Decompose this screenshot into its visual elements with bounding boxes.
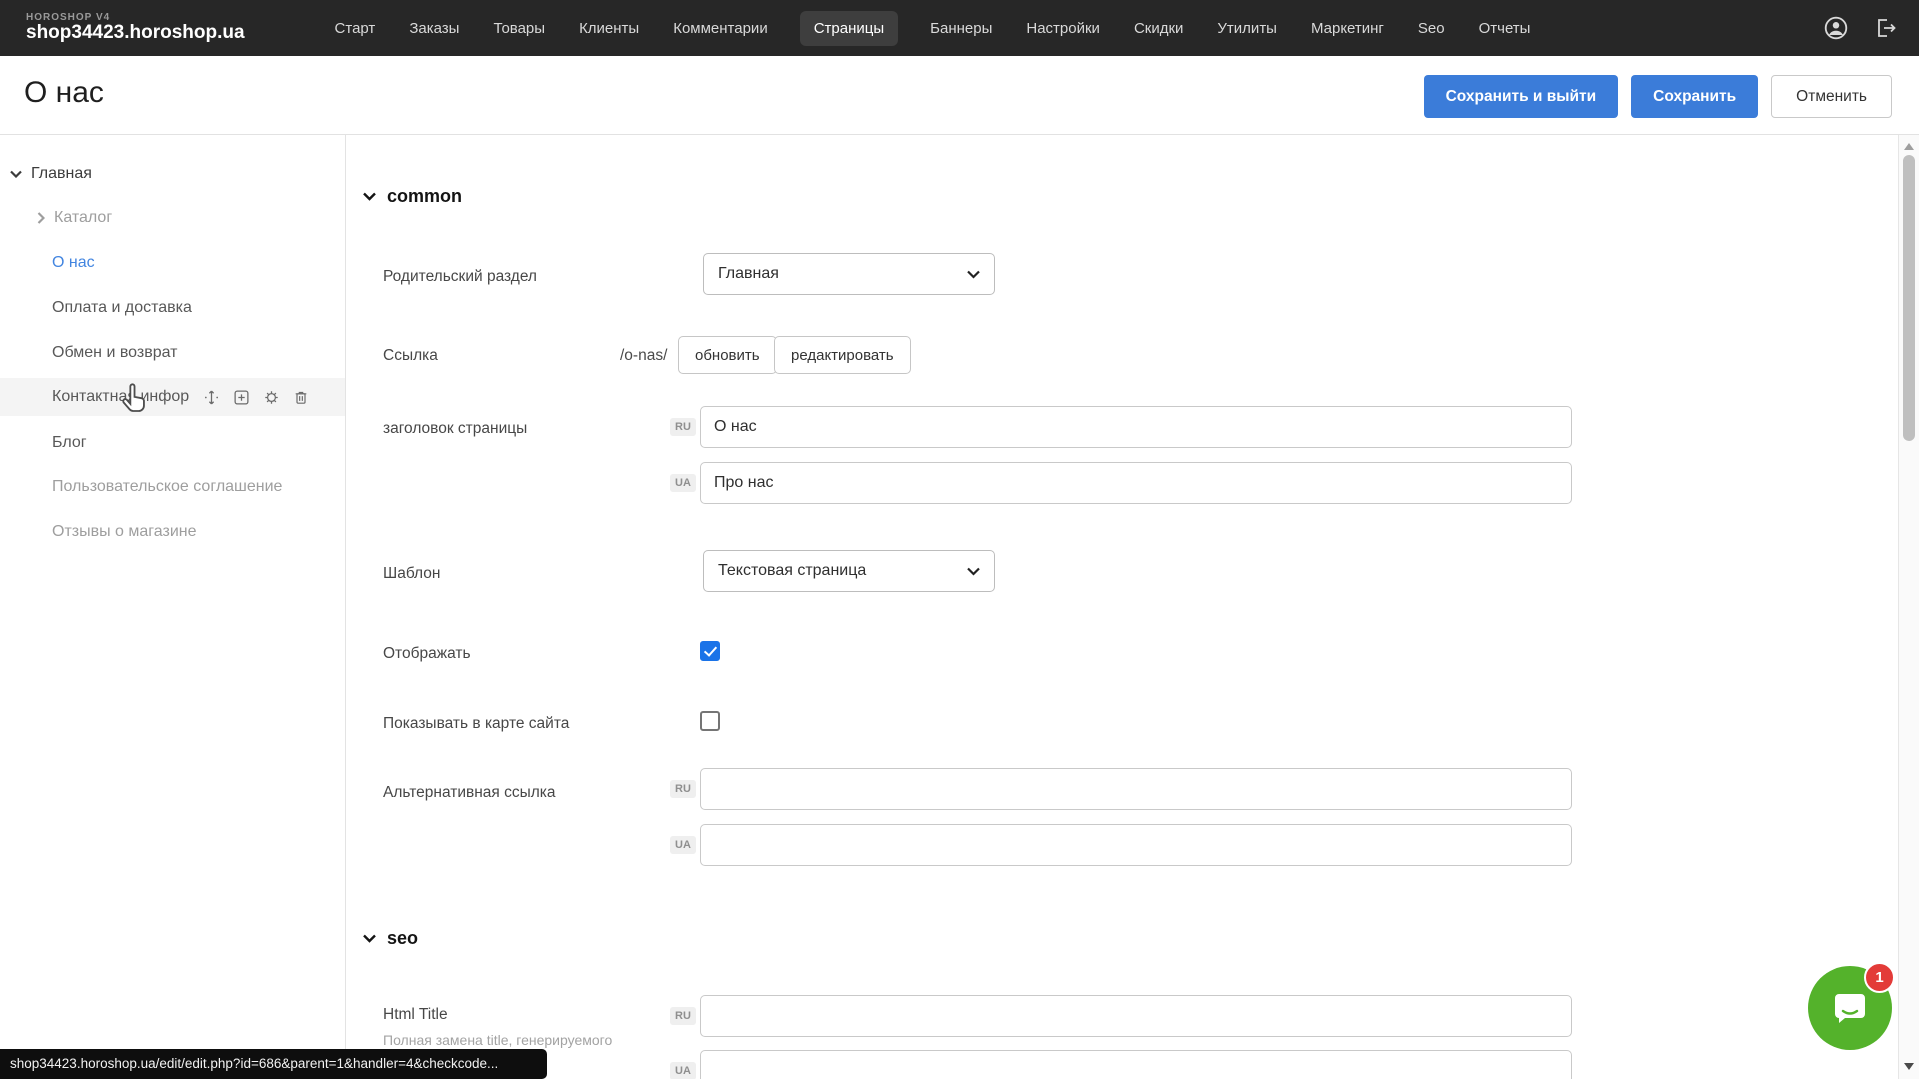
logout-icon[interactable] [1873,16,1897,40]
menu-utilities[interactable]: Утилиты [1215,11,1279,46]
menu-products[interactable]: Товары [491,11,547,46]
add-page-icon[interactable] [233,389,250,406]
chat-notification-badge: 1 [1864,962,1895,993]
app-window: HOROSHOP V4 shop34423.horoshop.ua Старт … [0,0,1919,1079]
section-seo-label: seo [387,928,418,949]
page-title: О нас [24,76,104,110]
sidebar-item-catalog[interactable]: Каталог [0,202,345,234]
html-title-hint: Полная замена title, генерируемого [383,1032,612,1048]
scrollbar-track[interactable] [1898,135,1919,1079]
menu-orders[interactable]: Заказы [407,11,461,46]
sidebar-item-exchange-return[interactable]: Обмен и возврат [0,337,345,369]
sidebar-item-label: Каталог [54,209,112,227]
section-seo[interactable]: seo [363,928,418,949]
sidebar-item-label: Пользовательское соглашение [52,478,282,496]
template-select[interactable]: Текстовая страница [703,550,995,592]
settings-gear-icon[interactable] [263,389,280,406]
alt-link-label: Альтернативная ссылка [383,784,556,802]
sidebar-item-actions [203,389,309,406]
menu-seo[interactable]: Seo [1416,11,1447,46]
parent-section-select[interactable]: Главная [703,253,995,295]
html-title-ru-input[interactable] [700,995,1572,1037]
chevron-right-icon[interactable] [37,212,45,224]
collapse-chevron-icon[interactable] [363,934,376,943]
menu-banners[interactable]: Баннеры [928,11,994,46]
menu-pages[interactable]: Страницы [800,11,898,46]
sidebar-item-label: Блог [52,434,87,452]
section-common-label: common [387,186,462,207]
menu-discounts[interactable]: Скидки [1132,11,1185,46]
menu-start[interactable]: Старт [333,11,378,46]
html-title-label: Html Title [383,1006,448,1024]
sidebar-item-label: Отзывы о магазине [52,523,197,541]
move-icon[interactable] [203,389,220,406]
lang-badge-ua: UA [670,836,696,854]
sidebar-item-label: Обмен и возврат [52,344,177,362]
sidebar-page-tree: Главная Каталог О нас Оплата и доставка … [0,135,345,1079]
sidebar-item-blog[interactable]: Блог [0,427,345,459]
parent-section-label: Родительский раздел [383,268,537,286]
top-menu: Старт Заказы Товары Клиенты Комментарии … [333,11,1533,46]
parent-section-value: Главная [718,265,779,283]
delete-trash-icon[interactable] [293,389,309,406]
chat-bubble-icon [1829,987,1871,1029]
lang-badge-ru: RU [670,780,696,798]
page-title-field-label: заголовок страницы [383,420,527,438]
cancel-button[interactable]: Отменить [1771,75,1892,118]
status-url-bar: shop34423.horoshop.ua/edit/edit.php?id=6… [0,1049,547,1079]
section-common[interactable]: common [363,186,462,207]
scrollbar-up-arrow[interactable] [1904,143,1914,150]
sidebar-item-contact-info[interactable]: Контактная инфор [0,378,345,416]
page-title-ru-input[interactable] [700,406,1572,448]
menu-clients[interactable]: Клиенты [577,11,641,46]
sidebar-item-store-reviews[interactable]: Отзывы о магазине [0,516,345,548]
lang-badge-ua: UA [670,1062,696,1079]
menu-reports[interactable]: Отчеты [1477,11,1533,46]
alt-link-ru-input[interactable] [700,768,1572,810]
topbar-icons [1823,15,1897,41]
sidebar-item-label: Контактная инфор [52,388,189,406]
sidebar-separator [345,135,346,1079]
sidebar-item-label: Главная [31,165,92,183]
user-account-icon[interactable] [1823,15,1849,41]
sidebar-item-payment-delivery[interactable]: Оплата и доставка [0,292,345,324]
sidebar-item-home[interactable]: Главная [0,158,345,190]
page-header: О нас Сохранить и выйти Сохранить Отмени… [0,56,1919,135]
menu-marketing[interactable]: Маркетинг [1309,11,1386,46]
template-label: Шаблон [383,565,440,583]
save-and-exit-button[interactable]: Сохранить и выйти [1424,75,1619,118]
brand: HOROSHOP V4 shop34423.horoshop.ua [26,12,245,44]
chevron-down-icon[interactable] [10,170,22,178]
display-label: Отображать [383,645,471,663]
collapse-chevron-icon[interactable] [363,192,376,201]
save-button[interactable]: Сохранить [1631,75,1758,118]
chevron-down-icon [967,270,980,279]
template-value: Текстовая страница [718,562,866,580]
sitemap-label: Показывать в карте сайта [383,715,569,733]
link-path: /o-nas/ [620,347,667,365]
html-title-ua-input[interactable] [700,1050,1572,1079]
lang-badge-ru: RU [670,1007,696,1025]
link-label: Ссылка [383,347,438,365]
link-edit-button[interactable]: редактировать [774,336,911,374]
scrollbar-down-arrow[interactable] [1904,1063,1914,1070]
sidebar-item-user-agreement[interactable]: Пользовательское соглашение [0,471,345,503]
brand-domain: shop34423.horoshop.ua [26,23,245,44]
topbar: HOROSHOP V4 shop34423.horoshop.ua Старт … [0,0,1919,56]
sidebar-item-about[interactable]: О нас [0,247,345,279]
lang-badge-ua: UA [670,474,696,492]
menu-settings[interactable]: Настройки [1024,11,1102,46]
sidebar-item-label: Оплата и доставка [52,299,192,317]
sitemap-checkbox[interactable] [700,711,720,731]
scrollbar-thumb[interactable] [1903,155,1915,441]
header-buttons: Сохранить и выйти Сохранить Отменить [1424,75,1892,118]
lang-badge-ru: RU [670,418,696,436]
chevron-down-icon [967,567,980,576]
alt-link-ua-input[interactable] [700,824,1572,866]
display-checkbox[interactable] [700,641,720,661]
menu-comments[interactable]: Комментарии [671,11,769,46]
link-refresh-button[interactable]: обновить [678,336,777,374]
page-title-ua-input[interactable] [700,462,1572,504]
sidebar-item-label: О нас [52,254,95,272]
